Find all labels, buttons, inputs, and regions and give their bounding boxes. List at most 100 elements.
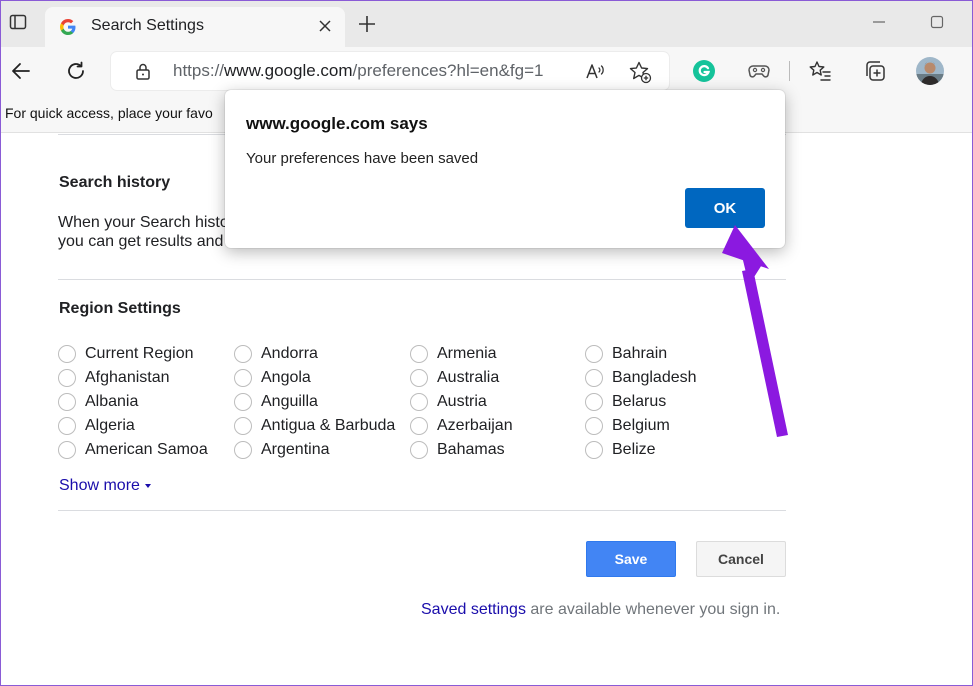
sidebar-icon[interactable] [3, 7, 33, 37]
radio-button[interactable] [58, 369, 76, 387]
region-label: Australia [437, 369, 500, 386]
region-option[interactable]: Belarus [585, 390, 761, 414]
dialog-title: www.google.com says [246, 114, 428, 133]
ok-button[interactable]: OK [685, 188, 765, 228]
region-option[interactable]: Andorra [234, 342, 410, 366]
region-label: Antigua & Barbuda [261, 417, 396, 434]
region-label: Albania [85, 393, 139, 410]
region-label: Belgium [612, 417, 670, 434]
region-option[interactable]: Austria [410, 390, 586, 414]
minimize-icon[interactable] [865, 10, 893, 34]
radio-button[interactable] [410, 441, 428, 459]
region-option[interactable]: Bangladesh [585, 366, 761, 390]
region-option[interactable]: Belize [585, 438, 761, 462]
region-label: Angola [261, 369, 311, 386]
radio-button[interactable] [234, 345, 252, 363]
region-label: Austria [437, 393, 487, 410]
region-option[interactable]: Anguilla [234, 390, 410, 414]
divider [58, 279, 786, 280]
back-arrow-icon[interactable] [6, 56, 36, 86]
url-scheme: https:// [173, 61, 225, 80]
gamepad-icon[interactable] [744, 56, 774, 86]
radio-button[interactable] [585, 393, 603, 411]
read-aloud-icon[interactable] [583, 60, 607, 84]
region-column-3: Armenia Australia Austria Azerbaijan Bah… [410, 342, 586, 462]
radio-button[interactable] [234, 393, 252, 411]
refresh-icon[interactable] [61, 56, 91, 86]
region-option[interactable]: Algeria [58, 414, 234, 438]
radio-button[interactable] [58, 441, 76, 459]
alert-dialog: www.google.com says Your preferences hav… [225, 90, 785, 248]
radio-button[interactable] [234, 369, 252, 387]
region-label: Belize [612, 441, 656, 458]
region-column-4: Bahrain Bangladesh Belarus Belgium Beliz… [585, 342, 761, 462]
region-option[interactable]: Antigua & Barbuda [234, 414, 410, 438]
region-option[interactable]: Bahrain [585, 342, 761, 366]
url-host: www.google.com [224, 61, 353, 80]
plus-icon[interactable] [355, 12, 379, 36]
caret-down-icon [144, 483, 151, 488]
divider [58, 510, 786, 511]
region-label: Bahrain [612, 345, 668, 362]
tab-search-settings[interactable]: Search Settings [45, 7, 345, 47]
search-history-title: Search history [59, 174, 171, 191]
show-more-label: Show more [59, 477, 140, 494]
close-icon[interactable] [315, 16, 335, 36]
region-option[interactable]: Belgium [585, 414, 761, 438]
region-label: Afghanistan [85, 369, 170, 386]
radio-button[interactable] [58, 345, 76, 363]
show-more-link[interactable]: Show more [59, 477, 151, 495]
url-text[interactable]: https://www.google.com/preferences?hl=en… [173, 61, 573, 81]
radio-button[interactable] [585, 441, 603, 459]
radio-button[interactable] [410, 417, 428, 435]
collections-icon[interactable] [860, 56, 890, 86]
region-label: Anguilla [261, 393, 318, 410]
address-bar[interactable]: https://www.google.com/preferences?hl=en… [111, 52, 669, 90]
region-option[interactable]: Albania [58, 390, 234, 414]
region-column-1: Current Region Afghanistan Albania Alger… [58, 342, 234, 462]
saved-settings-note-text: are available whenever you sign in. [525, 601, 781, 618]
region-settings-title: Region Settings [59, 300, 181, 317]
region-label: Bahamas [437, 441, 505, 458]
radio-button[interactable] [58, 417, 76, 435]
browser-toolbar: https://www.google.com/preferences?hl=en… [1, 47, 972, 95]
radio-button[interactable] [234, 417, 252, 435]
region-option[interactable]: Australia [410, 366, 586, 390]
url-path: /preferences?hl=en&fg=1 [352, 61, 544, 80]
region-label: Current Region [85, 345, 194, 362]
region-option[interactable]: American Samoa [58, 438, 234, 462]
region-label: Argentina [261, 441, 330, 458]
region-option[interactable]: Afghanistan [58, 366, 234, 390]
region-label: Algeria [85, 417, 135, 434]
radio-button[interactable] [58, 393, 76, 411]
radio-button[interactable] [410, 369, 428, 387]
region-option[interactable]: Armenia [410, 342, 586, 366]
radio-button[interactable] [410, 345, 428, 363]
google-g-icon [59, 18, 77, 36]
region-option[interactable]: Current Region [58, 342, 234, 366]
region-option[interactable]: Azerbaijan [410, 414, 586, 438]
region-label: American Samoa [85, 441, 208, 458]
region-option[interactable]: Angola [234, 366, 410, 390]
dialog-message: Your preferences have been saved [246, 150, 479, 167]
tab-strip: Search Settings [1, 1, 972, 47]
grammarly-icon[interactable] [689, 56, 719, 86]
region-label: Bangladesh [612, 369, 697, 386]
saved-settings-note: Saved settings are available whenever yo… [421, 601, 780, 619]
region-option[interactable]: Bahamas [410, 438, 586, 462]
radio-button[interactable] [234, 441, 252, 459]
favorites-list-icon[interactable] [805, 56, 835, 86]
maximize-icon[interactable] [923, 10, 951, 34]
radio-button[interactable] [410, 393, 428, 411]
save-button[interactable]: Save [586, 541, 676, 577]
lock-icon[interactable] [133, 61, 153, 81]
avatar[interactable] [915, 56, 945, 86]
region-option[interactable]: Argentina [234, 438, 410, 462]
radio-button[interactable] [585, 345, 603, 363]
radio-button[interactable] [585, 369, 603, 387]
radio-button[interactable] [585, 417, 603, 435]
saved-settings-link[interactable]: Saved settings [421, 601, 526, 618]
star-plus-icon[interactable] [628, 60, 652, 84]
region-label: Belarus [612, 393, 667, 410]
cancel-button[interactable]: Cancel [696, 541, 786, 577]
